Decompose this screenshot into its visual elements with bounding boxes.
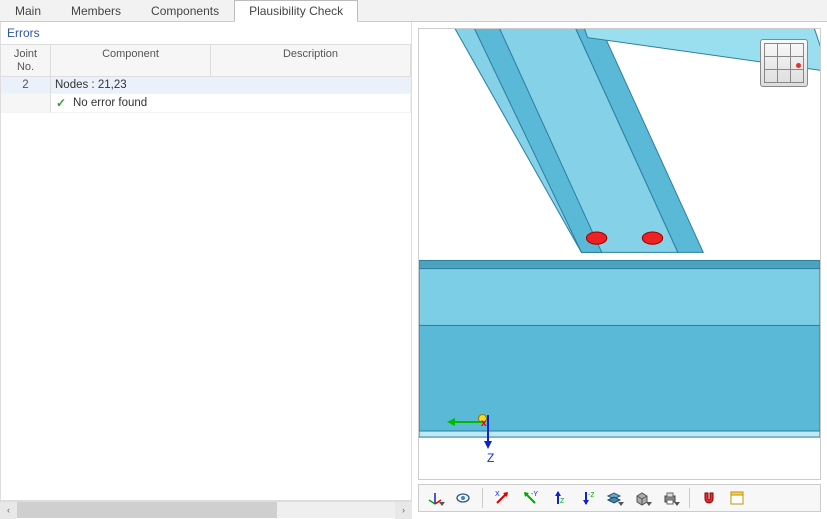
- axis-z-icon: Z: [550, 490, 566, 506]
- table-row[interactable]: ✓ No error found: [1, 94, 411, 113]
- ucs-icon: [427, 490, 443, 506]
- snap-button[interactable]: [696, 486, 722, 510]
- axis-z-label: Z: [487, 451, 494, 465]
- col-header-description[interactable]: Description: [211, 45, 411, 77]
- axis-y-icon: -Y: [522, 490, 538, 506]
- cell-joint-no-empty: [1, 94, 51, 113]
- printer-icon: [662, 490, 678, 506]
- axis-x-button[interactable]: X: [489, 486, 515, 510]
- right-panel: x Z X -Y Z -Z: [412, 22, 827, 518]
- cell-nodes: Nodes : 21,23: [51, 77, 411, 94]
- axis-x-icon: X: [494, 490, 510, 506]
- separator: [689, 488, 690, 508]
- tab-main[interactable]: Main: [0, 0, 56, 21]
- panel-title-errors: Errors: [0, 22, 412, 45]
- print-button[interactable]: [657, 486, 683, 510]
- grid-body: 2 Nodes : 21,23 ✓ No error found: [1, 77, 411, 113]
- axis-blue-arrow-icon: [481, 415, 495, 449]
- cell-status: ✓ No error found: [51, 94, 411, 113]
- svg-text:Z: Z: [560, 498, 565, 505]
- horizontal-scrollbar[interactable]: ‹ ›: [0, 501, 412, 518]
- nav-cube[interactable]: [760, 39, 808, 87]
- axis-z-button[interactable]: Z: [545, 486, 571, 510]
- new-window-icon: [729, 490, 745, 506]
- beam-render: [419, 29, 820, 476]
- scroll-thumb[interactable]: [17, 502, 277, 518]
- layers-icon: [606, 490, 622, 506]
- axis-y-button[interactable]: -Y: [517, 486, 543, 510]
- errors-grid: Joint No. Component Description 2 Nodes …: [0, 45, 412, 501]
- scroll-left-button[interactable]: ‹: [0, 502, 17, 519]
- status-text: No error found: [73, 97, 147, 109]
- viewport-3d[interactable]: x Z: [418, 28, 821, 480]
- svg-text:-Y: -Y: [531, 491, 538, 498]
- svg-text:-Z: -Z: [588, 492, 594, 499]
- col-header-joint-no[interactable]: Joint No.: [1, 45, 51, 77]
- tab-plausibility-check[interactable]: Plausibility Check: [234, 0, 358, 22]
- left-panel: Errors Joint No. Component Description 2…: [0, 22, 412, 518]
- cube-icon: [634, 490, 650, 506]
- checkmark-icon: ✓: [55, 96, 67, 110]
- ucs-button[interactable]: [422, 486, 448, 510]
- cell-joint-no: 2: [1, 77, 51, 94]
- magnet-icon: [701, 490, 717, 506]
- tab-members[interactable]: Members: [56, 0, 136, 21]
- separator: [482, 488, 483, 508]
- viewport-toolbar: X -Y Z -Z: [418, 484, 821, 512]
- scroll-track[interactable]: [17, 502, 395, 518]
- main-body: Errors Joint No. Component Description 2…: [0, 22, 827, 518]
- view-button[interactable]: [450, 486, 476, 510]
- box-button[interactable]: [629, 486, 655, 510]
- axis-neg-z-icon: -Z: [578, 490, 594, 506]
- grid-header-row: Joint No. Component Description: [1, 45, 411, 77]
- scroll-right-button[interactable]: ›: [395, 502, 412, 519]
- new-window-button[interactable]: [724, 486, 750, 510]
- eye-icon: [455, 490, 471, 506]
- axis-neg-z-button[interactable]: -Z: [573, 486, 599, 510]
- table-row[interactable]: 2 Nodes : 21,23: [1, 77, 411, 94]
- nav-cube-marker-icon: [796, 63, 801, 68]
- tabs-bar: Main Members Components Plausibility Che…: [0, 0, 827, 22]
- col-header-component[interactable]: Component: [51, 45, 211, 77]
- display-button[interactable]: [601, 486, 627, 510]
- svg-text:X: X: [495, 491, 500, 498]
- tab-components[interactable]: Components: [136, 0, 234, 21]
